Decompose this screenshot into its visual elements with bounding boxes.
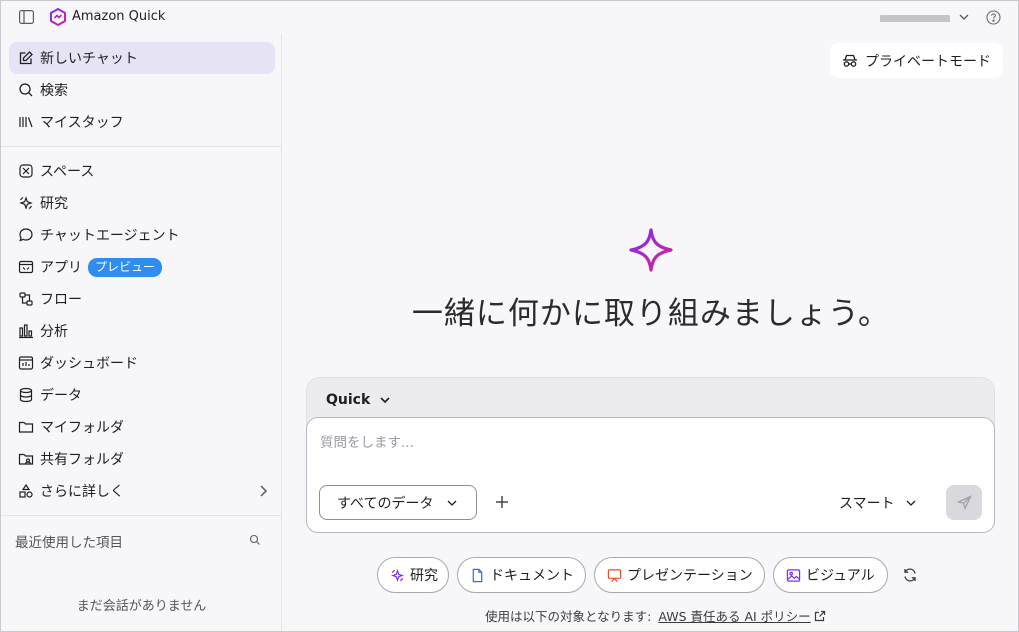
external-link-icon[interactable] [814, 610, 826, 622]
data-scope-select[interactable]: すべてのデータ [319, 485, 477, 520]
spaces-icon [18, 163, 34, 179]
sidebar-item-my-stuff[interactable]: マイスタッフ [9, 106, 275, 138]
data-scope-label: すべてのデータ [337, 495, 434, 512]
private-mode-label: プライベートモード [865, 53, 991, 70]
help-icon[interactable] [986, 10, 1001, 25]
question-input[interactable] [320, 432, 960, 454]
document-icon [472, 568, 483, 582]
presentation-chip[interactable]: プレゼンテーション [594, 557, 765, 593]
sidebar-item-label: チャットエージェント [40, 228, 180, 244]
chip-label: プレゼンテーション [627, 568, 753, 584]
sidebar-item-shared-folders[interactable]: 共有フォルダ [9, 443, 275, 475]
chat-icon [18, 227, 34, 243]
sidebar-item-my-folders[interactable]: マイフォルダ [9, 411, 275, 443]
sidebar-divider [1, 515, 282, 516]
chart-icon [18, 323, 34, 339]
sidebar-item-label: 研究 [40, 196, 68, 212]
chevron-down-icon[interactable] [958, 11, 970, 23]
sidebar-item-label: 新しいチャット [40, 51, 138, 67]
folder-icon [18, 419, 34, 435]
presentation-icon [607, 568, 622, 582]
sidebar-item-label: さらに詳しく [40, 484, 124, 500]
mode-selector[interactable]: スマート [839, 492, 917, 514]
sidebar-item-label: スペース [40, 164, 95, 180]
document-chip[interactable]: ドキュメント [457, 557, 586, 593]
sidebar-item-label: データ [40, 388, 82, 404]
sidebar-item-spaces[interactable]: スペース [9, 155, 275, 187]
chevron-down-icon [380, 397, 390, 404]
no-conversations-text: まだ会話がありません [76, 599, 207, 614]
sidebar-item-label: アプリ [40, 260, 82, 276]
private-mode-button[interactable]: プライベートモード [830, 43, 1003, 78]
sparkle-icon [629, 228, 673, 272]
sidebar-divider [1, 146, 282, 147]
model-label: Quick [326, 392, 371, 408]
research-icon [390, 568, 405, 582]
mode-label: スマート [839, 496, 895, 512]
sidebar-item-new-chat[interactable]: 新しいチャット [9, 42, 275, 74]
library-icon [18, 114, 34, 130]
model-selector[interactable]: Quick [326, 389, 391, 411]
recent-items-label: 最近使用した項目 [15, 535, 123, 551]
send-button[interactable] [946, 485, 982, 520]
refresh-icon[interactable] [902, 567, 918, 583]
sidebar-item-research[interactable]: 研究 [9, 187, 275, 219]
visual-chip[interactable]: ビジュアル [773, 557, 888, 593]
responsible-ai-policy-link[interactable]: AWS 責任ある AI ポリシー [658, 606, 810, 625]
sidebar-item-search[interactable]: 検索 [9, 74, 275, 106]
sidebar-item-label: 検索 [40, 83, 68, 99]
sidebar-item-label: 分析 [40, 324, 68, 340]
sidebar-item-more[interactable]: さらに詳しく [9, 475, 275, 507]
sidebar-item-dashboards[interactable]: ダッシュボード [9, 347, 275, 379]
chevron-down-icon [906, 500, 916, 506]
chevron-down-icon [447, 500, 457, 506]
account-name-redacted[interactable] [880, 15, 950, 22]
sidebar-item-label: 共有フォルダ [40, 452, 124, 468]
footer-notice: 使用は以下の対象となります: AWS 責任ある AI ポリシー [485, 606, 826, 625]
app-window: Amazon Quick 新しいチャット 検索 マイスタッフ スペース 研究 チ… [0, 0, 1019, 632]
sidebar-item-label: フロー [40, 292, 82, 308]
composer: すべてのデータ スマート [306, 417, 995, 533]
sidebar-item-label: ダッシュボード [40, 356, 138, 372]
dashboard-icon [18, 355, 34, 371]
shapes-icon [18, 483, 34, 499]
research-icon [18, 195, 34, 211]
chip-label: ドキュメント [490, 568, 574, 584]
incognito-icon [843, 54, 857, 67]
sidebar-toggle-icon[interactable] [19, 10, 34, 24]
welcome-headline: 一緒に何かに取り組みましょう。 [411, 296, 891, 332]
sidebar-item-label: マイフォルダ [40, 420, 124, 436]
chip-label: ビジュアル [806, 568, 875, 584]
footer-prefix: 使用は以下の対象となります: [485, 609, 652, 624]
quick-logo-icon [50, 8, 66, 26]
sidebar-item-apps[interactable]: アプリ プレビュー [9, 251, 275, 283]
apps-icon [18, 259, 34, 275]
sidebar-item-data[interactable]: データ [9, 379, 275, 411]
title-bar: Amazon Quick [1, 1, 1018, 34]
sidebar-item-flows[interactable]: フロー [9, 283, 275, 315]
preview-badge: プレビュー [88, 257, 163, 277]
sidebar-item-label: マイスタッフ [40, 115, 124, 131]
search-icon[interactable] [249, 534, 261, 546]
chevron-right-icon [260, 485, 268, 497]
chip-label: 研究 [410, 568, 438, 584]
flow-icon [18, 291, 34, 307]
app-title: Amazon Quick [72, 9, 166, 24]
research-chip[interactable]: 研究 [377, 557, 449, 593]
search-icon [18, 82, 34, 98]
shared-folder-icon [18, 451, 34, 467]
main-panel: プライベートモード 一緒に何かに取り組みましょう。 Quick すべてのデータ … [283, 34, 1018, 631]
sidebar-item-analysis[interactable]: 分析 [9, 315, 275, 347]
send-icon [956, 495, 972, 510]
database-icon [18, 387, 34, 403]
sidebar: 新しいチャット 検索 マイスタッフ スペース 研究 チャットエージェント アプリ… [1, 34, 282, 631]
image-icon [786, 568, 801, 582]
plus-icon[interactable] [495, 495, 509, 509]
sidebar-item-chat-agents[interactable]: チャットエージェント [9, 219, 275, 251]
edit-icon [18, 50, 34, 66]
